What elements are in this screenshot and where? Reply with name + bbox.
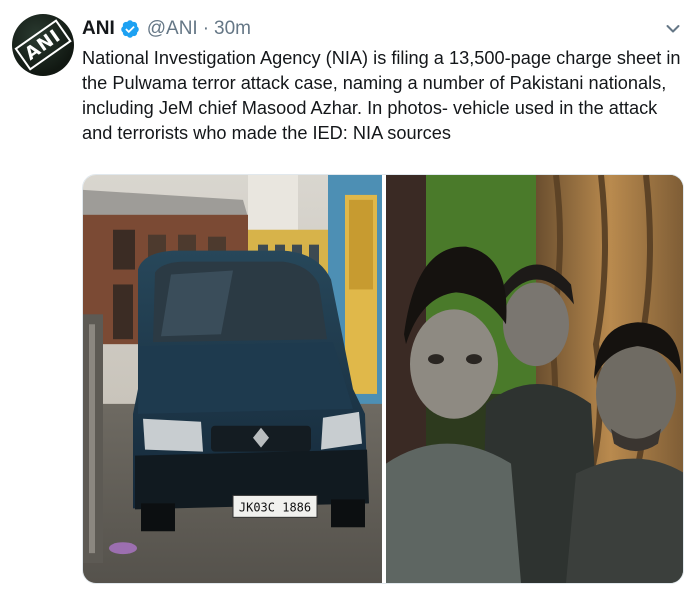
tweet-text-line: the Pulwama terror attack case, naming a… — [82, 73, 667, 93]
ani-logo-text: ANI — [14, 19, 72, 71]
tweet-text-line: and terrorists who made the IED: NIA sou… — [82, 123, 451, 143]
car-photo[interactable]: JK03C 1886 — [83, 175, 382, 583]
tweet-text: National Investigation Agency (NIA) is f… — [82, 46, 682, 146]
tweet-card: ANI ANI @ANI · 30m National Investigatio… — [0, 0, 700, 600]
tweet-text-line: including JeM chief Masood Azhar. In pho… — [82, 98, 658, 118]
group-selfie-photo[interactable] — [386, 175, 683, 583]
avatar[interactable]: ANI — [12, 14, 74, 76]
tweet-text-line: National Investigation Agency (NIA) is f… — [82, 48, 681, 68]
author-name[interactable]: ANI — [82, 18, 115, 40]
tweet-media-grid: JK03C 1886 — [82, 174, 684, 584]
verified-badge-icon — [120, 19, 140, 39]
separator-dot: · — [202, 18, 210, 39]
license-plate-text: JK03C 1886 — [239, 500, 311, 514]
chevron-down-icon[interactable] — [662, 18, 684, 40]
author-handle[interactable]: @ANI — [147, 18, 198, 40]
tweet-timestamp[interactable]: 30m — [214, 18, 251, 40]
tweet-header: ANI @ANI · 30m — [82, 16, 251, 42]
